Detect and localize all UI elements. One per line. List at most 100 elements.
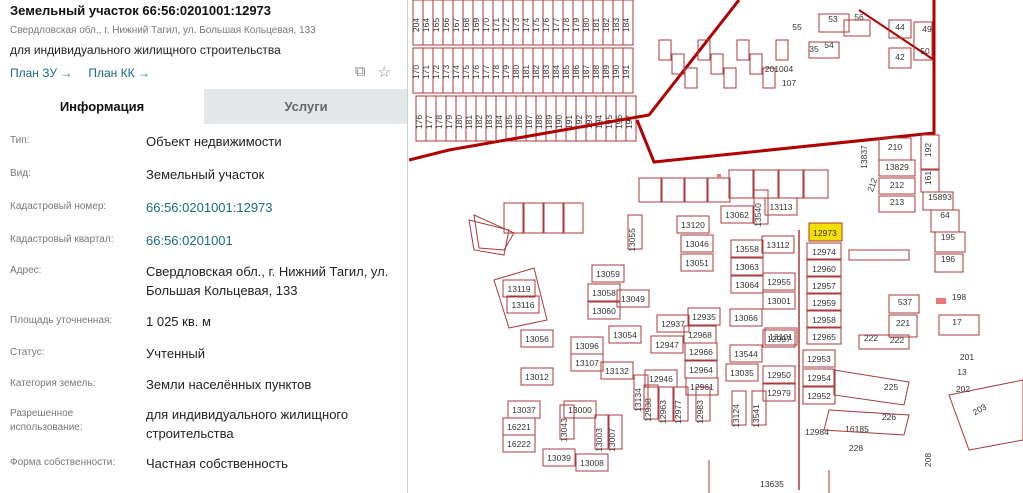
parcel-label: 12966 — [689, 347, 713, 357]
parcel[interactable] — [843, 19, 871, 37]
info-row-address: Адрес: Свердловская обл., г. Нижний Таги… — [0, 256, 407, 306]
parcel-label: 179 — [501, 65, 511, 79]
star-icon[interactable]: ☆ — [378, 63, 391, 81]
parcel[interactable] — [803, 169, 829, 199]
parcel-label: 186 — [571, 65, 581, 79]
info-row-ownership: Форма собственности: Частная собственнос… — [0, 448, 407, 478]
info-label: Форма собственности: — [10, 457, 116, 468]
parcel-label: 13558 — [735, 244, 759, 254]
parcel-label: 181 — [464, 115, 474, 129]
parcel-label: 189 — [601, 65, 611, 79]
parcel-label: 175 — [461, 65, 471, 79]
parcel-label: 13544 — [734, 349, 758, 359]
plan-zu-link[interactable]: План ЗУ → — [10, 66, 72, 80]
parcel-label: 164 — [421, 18, 431, 32]
parcel[interactable] — [684, 67, 698, 89]
parcel-label: 168 — [461, 18, 471, 32]
parcel-label: 182 — [601, 18, 611, 32]
parcel-label: 212 — [865, 176, 879, 193]
page-title: Земельный участок 66:56:0201001:12973 — [10, 3, 272, 18]
parcel-label: 228 — [849, 443, 863, 453]
info-row-permitted-use: Разрешенное использование: для индивидуа… — [0, 399, 407, 448]
parcel[interactable] — [778, 169, 804, 199]
info-value: для индивидуального жилищного строительс… — [146, 407, 349, 441]
parcel-label: 50 — [920, 46, 930, 56]
layers-icon[interactable]: ⧉ — [355, 63, 366, 81]
parcel-label: 173 — [511, 18, 521, 32]
parcel-label: 13837 — [859, 145, 869, 169]
parcel[interactable] — [749, 53, 763, 75]
parcel[interactable] — [723, 67, 737, 89]
parcel-label: 182 — [474, 115, 484, 129]
parcel-label: 180 — [511, 65, 521, 79]
parcel[interactable] — [728, 169, 754, 199]
parcel[interactable] — [775, 39, 789, 61]
info-label: Площадь уточненная: — [10, 315, 113, 326]
map-canvas[interactable]: 2041701761641711771651721781661731791671… — [409, 0, 1023, 493]
plan-kk-link[interactable]: План КК → — [88, 66, 150, 80]
parcel-label: 42 — [895, 52, 905, 62]
tab-services[interactable]: Услуги — [204, 89, 407, 124]
parcel[interactable] — [707, 177, 731, 203]
parcel[interactable] — [753, 169, 779, 199]
parcel-label: 170 — [411, 65, 421, 79]
parcel-label: 15893 — [928, 192, 952, 202]
parcel[interactable] — [684, 177, 708, 203]
parcel-label: 183 — [541, 65, 551, 79]
parcel[interactable] — [523, 202, 544, 234]
info-value: 1 025 кв. м — [146, 314, 211, 329]
info-label: Тип: — [10, 135, 30, 146]
parcel-label: 13829 — [885, 162, 909, 172]
parcel-label: 13003 — [594, 428, 604, 452]
parcel-label: 198 — [952, 292, 966, 302]
parcel-label: 172 — [431, 65, 441, 79]
parcel-label: 184 — [551, 65, 561, 79]
parcel-label: 183 — [611, 18, 621, 32]
parcel-label: 182 — [531, 65, 541, 79]
parcel-label: 161 — [923, 171, 933, 185]
parcel-label: 12957 — [812, 281, 836, 291]
parcel[interactable] — [848, 249, 910, 261]
info-row-area: Площадь уточненная: 1 025 кв. м — [0, 306, 407, 338]
marker — [717, 174, 721, 178]
info-panel: Земельный участок 66:56:0201001:12973 Св… — [0, 0, 408, 493]
cadastral-number-link[interactable]: 66:56:0201001:12973 — [146, 198, 398, 225]
parcel-label: 187 — [581, 65, 591, 79]
parcel[interactable] — [658, 39, 672, 61]
parcel[interactable] — [503, 202, 524, 234]
parcel-label: 13001 — [767, 296, 791, 306]
info-row-kind: Вид: Земельный участок — [0, 159, 407, 192]
parcel[interactable] — [736, 39, 750, 61]
parcel-label: 13059 — [596, 269, 620, 279]
parcel-label: 12954 — [807, 373, 831, 383]
parcel-label: 13113 — [769, 202, 792, 212]
parcel-label: 174 — [451, 65, 461, 79]
parcel[interactable] — [661, 177, 685, 203]
parcel-label: 13037 — [512, 405, 536, 415]
parcel-label: 13107 — [575, 358, 599, 368]
cadastral-map[interactable]: 204 170 176 164 171 177 165 172 178 166 173 179 167 1… — [409, 0, 1023, 493]
parcel-label: 12983 — [695, 400, 705, 424]
parcel-label: 185 — [504, 115, 514, 129]
info-value: Земельный участок — [146, 167, 265, 182]
parcel-label: 13049 — [621, 294, 645, 304]
parcel[interactable] — [710, 53, 724, 75]
parcel-label: 171 — [491, 18, 501, 32]
parcel-label: 13112 — [766, 240, 789, 250]
parcel-label: 13124 — [731, 404, 741, 428]
cadastral-quarter-link[interactable]: 66:56:0201001 — [146, 231, 398, 256]
tab-information[interactable]: Информация — [0, 89, 204, 124]
parcel[interactable] — [563, 202, 584, 234]
parcel-label: 170 — [481, 18, 491, 32]
parcel-label: 53 — [828, 14, 838, 24]
parcel-label: 174 — [521, 18, 531, 32]
info-row-cadastral-number: Кадастровый номер: 66:56:0201001:12973 — [0, 192, 407, 225]
parcel-label: 166 — [441, 18, 451, 32]
parcel[interactable] — [543, 202, 564, 234]
parcel[interactable] — [638, 177, 662, 203]
parcel-label: 55 — [792, 22, 802, 32]
parcel-label: 13119 — [507, 284, 530, 294]
parcel-label: 13012 — [525, 372, 549, 382]
parcel-label: 176 — [471, 65, 481, 79]
parcel-label: 185 — [561, 65, 571, 79]
